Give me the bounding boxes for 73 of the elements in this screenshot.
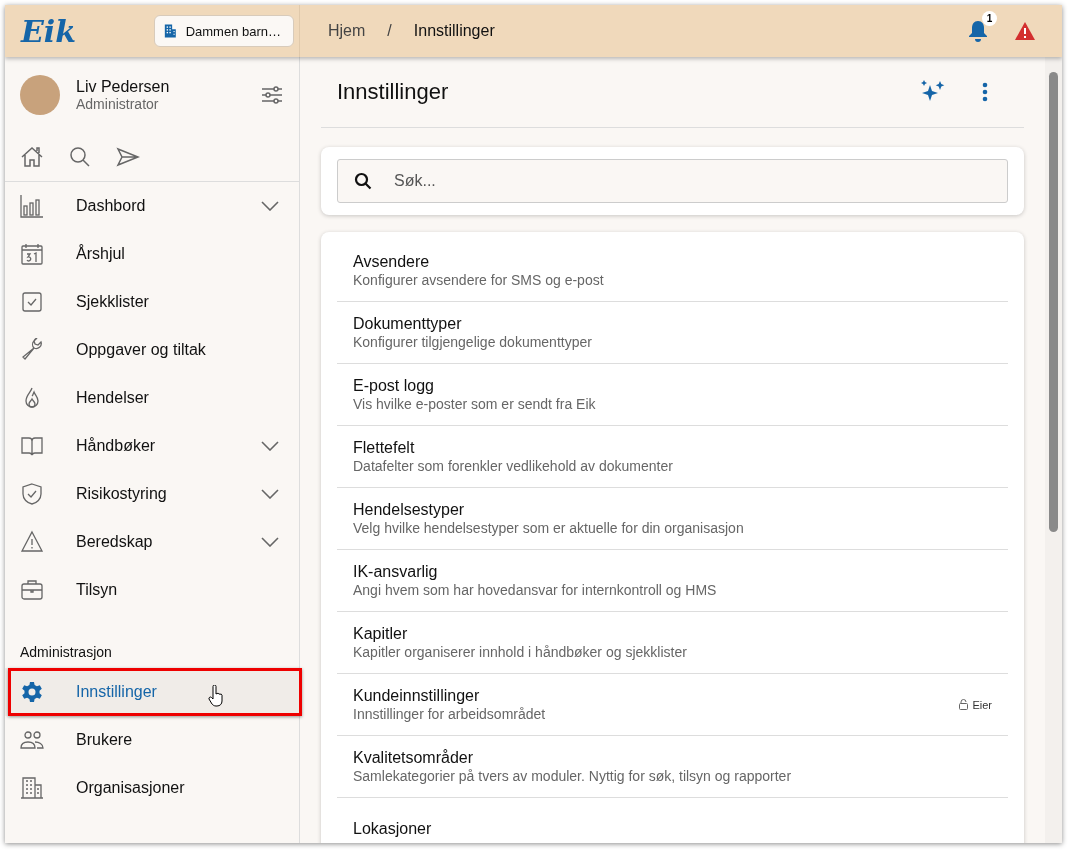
users-icon — [20, 728, 44, 752]
sliders-icon[interactable] — [261, 85, 283, 105]
setting-description: Samlekategorier på tvers av moduler. Nyttig for søk, tilsyn og rapporter — [353, 768, 793, 784]
nav-item[interactable]: Tilsyn — [5, 566, 299, 614]
search-icon — [354, 172, 372, 190]
setting-title[interactable]: E-post logg — [353, 377, 992, 395]
nav-item[interactable]: Risikostyring — [5, 470, 299, 518]
chart-icon — [20, 194, 44, 218]
setting-title[interactable]: Flettefelt — [353, 439, 992, 457]
search-input[interactable]: Søk... — [392, 171, 991, 191]
chevron-down-icon[interactable] — [261, 489, 279, 499]
section-heading: Administrasjon — [19, 643, 113, 662]
setting-description: Datafelter som forenkler vedlikehold av dokumenter — [353, 458, 674, 474]
nav-item[interactable]: Brukere — [5, 716, 299, 764]
setting-description: Angi hvem som har hovedansvar for internkontroll og HMS — [353, 582, 718, 598]
chevron-down-icon[interactable] — [261, 201, 279, 211]
setting-description: Velg hvilke hendelsestyper som er aktuelle for din organisasjon — [353, 520, 745, 536]
nav-item[interactable]: Oppgaver og tiltak — [5, 326, 299, 374]
nav-item[interactable]: Organisasjoner — [5, 764, 299, 812]
organization-button[interactable]: Dammen barn… — [154, 15, 294, 47]
avatar — [20, 75, 60, 115]
search-icon[interactable] — [68, 145, 92, 169]
notifications-button[interactable]: 1 — [968, 11, 997, 42]
briefcase-icon — [20, 578, 44, 602]
nav-item[interactable]: Innstillinger — [5, 668, 299, 716]
send-icon[interactable] — [116, 145, 140, 169]
warning-icon — [20, 530, 44, 554]
setting-title[interactable]: Lokasjoner — [353, 819, 992, 838]
nav-item[interactable]: Sjekklister — [5, 278, 299, 326]
building-icon — [20, 776, 44, 800]
nav-item[interactable]: Hendelser — [5, 374, 299, 422]
setting-description: Innstillinger for arbeidsområdet — [353, 706, 547, 722]
owner-label: Eier — [972, 698, 992, 711]
user-name: Liv Pedersen — [76, 78, 171, 96]
wrench-icon — [20, 338, 44, 362]
nav-item[interactable]: Årshjul — [5, 230, 299, 278]
setting-title[interactable]: Hendelsestyper — [353, 501, 992, 519]
setting-title[interactable]: Kundeinnstillinger — [353, 687, 960, 705]
nav-item[interactable]: Beredskap — [5, 518, 299, 566]
warning-icon[interactable] — [1014, 21, 1036, 41]
page-title: Innstillinger — [337, 79, 450, 105]
calendar-icon — [20, 242, 44, 266]
scrollbar[interactable] — [1045, 57, 1062, 843]
shield-icon — [20, 482, 44, 506]
search-field[interactable]: Søk... — [337, 159, 1008, 203]
setting-title[interactable]: Kapitler — [353, 625, 992, 643]
notification-count: 1 — [982, 11, 997, 26]
building-icon — [163, 23, 178, 39]
nav-item[interactable]: Dashbord — [5, 182, 299, 230]
setting-description: Vis hvilke e-poster som er sendt fra Eik — [353, 396, 597, 412]
setting-description: Konfigurer avsendere for SMS og e-post — [353, 272, 605, 288]
setting-title[interactable]: Dokumenttyper — [353, 315, 992, 333]
breadcrumb-separator: / — [387, 22, 392, 40]
nav-item[interactable]: Håndbøker — [5, 422, 299, 470]
more-options-icon[interactable] — [982, 82, 988, 102]
chevron-down-icon[interactable] — [261, 537, 279, 547]
breadcrumb-link[interactable]: Innstillinger — [413, 22, 495, 40]
breadcrumb-link[interactable]: Hjem — [328, 22, 366, 40]
setting-title[interactable]: Kvalitetsområder — [353, 749, 992, 767]
hand-cursor-icon — [208, 685, 224, 707]
gear-icon — [20, 680, 44, 704]
book-icon — [20, 434, 44, 458]
home-icon[interactable] — [20, 145, 44, 169]
user-role: Administrator — [76, 96, 160, 112]
setting-title[interactable]: IK-ansvarlig — [353, 563, 992, 581]
setting-description: Konfigurer tilgjengelige dokumenttyper — [353, 334, 593, 350]
check-icon — [20, 290, 44, 314]
setting-description: Kapitler organiserer innhold i håndbøker og sjekklister — [353, 644, 688, 660]
padlock-icon — [959, 699, 969, 710]
setting-title[interactable]: Avsendere — [353, 253, 992, 271]
chevron-down-icon[interactable] — [261, 441, 279, 451]
logo[interactable]: Eik — [21, 13, 154, 49]
bell-icon — [968, 20, 988, 42]
